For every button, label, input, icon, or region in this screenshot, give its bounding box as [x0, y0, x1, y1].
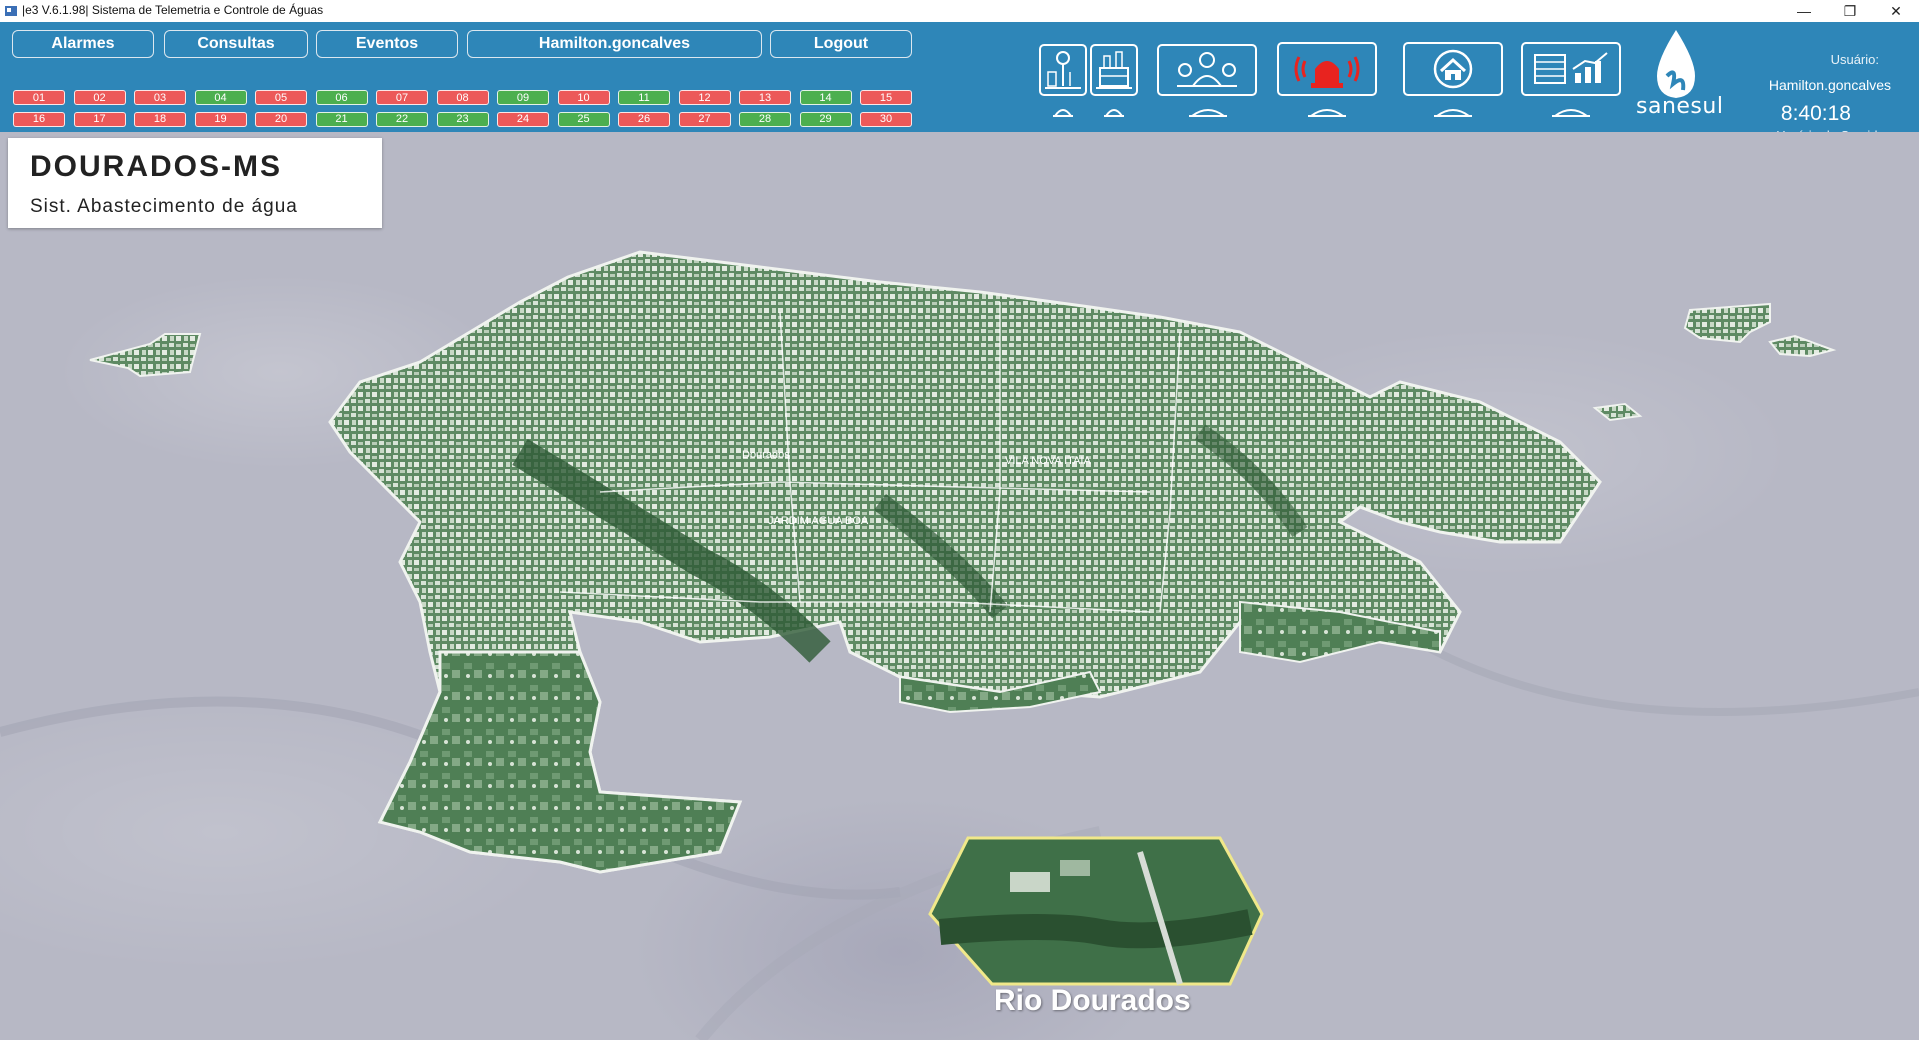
technician-base-icon [1188, 109, 1228, 117]
app-header: Alarmes Consultas Eventos Hamilton.gonca… [0, 22, 1919, 148]
treatment-plant-button[interactable] [1090, 44, 1138, 96]
day-status-25[interactable]: 25 [557, 111, 610, 127]
alarm-siren-icon [1294, 56, 1360, 88]
report-chart-base-icon [1551, 109, 1591, 117]
day-status-04[interactable]: 04 [194, 90, 247, 105]
day-status-01[interactable]: 01 [13, 90, 65, 105]
day-status-26[interactable]: 26 [618, 111, 670, 127]
alarm-siren-button[interactable] [1277, 42, 1377, 96]
day-status-29[interactable]: 29 [799, 111, 852, 127]
report-chart-button[interactable] [1521, 42, 1621, 96]
map-label-jardim-agua-boa: JARDIM AGUA BOA [768, 515, 869, 527]
day-status-21[interactable]: 21 [315, 111, 368, 127]
water-tower-icon [1045, 51, 1081, 89]
home-icon [1433, 49, 1473, 89]
home-base-icon [1433, 109, 1473, 117]
city-title-box: DOURADOS-MS Sist. Abastecimento de água [8, 138, 382, 228]
logout-button[interactable]: Logout [770, 30, 912, 58]
technician-icon [1177, 52, 1237, 87]
technician-button[interactable] [1157, 44, 1257, 96]
server-clock: 8:40:18 [1780, 102, 1851, 125]
water-tower-button[interactable] [1039, 44, 1087, 96]
report-chart-icon [1534, 52, 1608, 84]
window-titlebar: |e3 V.6.1.98| Sistema de Telemetria e Co… [0, 0, 1919, 23]
day-status-11[interactable]: 11 [618, 90, 670, 105]
water-tower-base-icon [1053, 109, 1073, 117]
day-status-18[interactable]: 18 [134, 111, 186, 127]
day-status-07[interactable]: 07 [376, 90, 428, 105]
map-label-dourados: Dourados [742, 449, 790, 461]
day-status-17[interactable]: 17 [73, 111, 126, 127]
user-button[interactable]: Hamilton.goncalves [467, 30, 762, 58]
user-name: Hamilton.goncalves [1768, 77, 1891, 93]
close-button[interactable]: ✕ [1873, 0, 1919, 22]
day-status-27[interactable]: 27 [678, 111, 731, 127]
consultas-button[interactable]: Consultas [164, 30, 308, 58]
user-label: Usuário: [1830, 52, 1879, 67]
day-status-22[interactable]: 22 [376, 111, 428, 127]
home-button[interactable] [1403, 42, 1503, 96]
day-status-05[interactable]: 05 [255, 90, 307, 105]
treatment-plant-base-icon [1104, 109, 1124, 117]
day-status-08[interactable]: 08 [436, 90, 489, 105]
day-status-03[interactable]: 03 [134, 90, 186, 105]
city-subtitle: Sist. Abastecimento de água [30, 196, 298, 217]
treatment-plant-icon [1096, 51, 1132, 89]
day-status-13[interactable]: 13 [739, 90, 791, 105]
day-status-06[interactable]: 06 [315, 90, 368, 105]
day-status-15[interactable]: 15 [860, 90, 912, 105]
day-status-16[interactable]: 16 [13, 111, 65, 127]
alarmes-button[interactable]: Alarmes [12, 30, 154, 58]
minimize-button[interactable]: — [1781, 0, 1827, 22]
window-title: |e3 V.6.1.98| Sistema de Telemetria e Co… [22, 3, 324, 17]
map-svg: Dourados VILA NOVA ITAIA JARDIM AGUA BOA [0, 250, 1919, 1040]
app-icon [5, 6, 17, 16]
day-status-02[interactable]: 02 [73, 90, 126, 105]
brand-name: sanesul [1636, 94, 1724, 119]
day-status-10[interactable]: 10 [557, 90, 610, 105]
day-status-30[interactable]: 30 [860, 111, 912, 127]
day-status-19[interactable]: 19 [194, 111, 247, 127]
day-status-12[interactable]: 12 [678, 90, 731, 105]
day-status-14[interactable]: 14 [799, 90, 852, 105]
river-label[interactable]: Rio Dourados [994, 984, 1191, 1018]
alarm-siren-base-icon [1307, 109, 1347, 117]
restore-button[interactable]: ❐ [1827, 0, 1873, 22]
day-status-20[interactable]: 20 [255, 111, 307, 127]
day-status-23[interactable]: 23 [436, 111, 489, 127]
day-status-28[interactable]: 28 [739, 111, 791, 127]
day-status-09[interactable]: 09 [497, 90, 549, 105]
city-title: DOURADOS-MS [30, 150, 282, 183]
eventos-button[interactable]: Eventos [316, 30, 458, 58]
day-status-24[interactable]: 24 [497, 111, 549, 127]
city-map[interactable]: Dourados VILA NOVA ITAIA JARDIM AGUA BOA… [0, 132, 1919, 1040]
map-label-vila-nova: VILA NOVA ITAIA [1005, 455, 1091, 467]
